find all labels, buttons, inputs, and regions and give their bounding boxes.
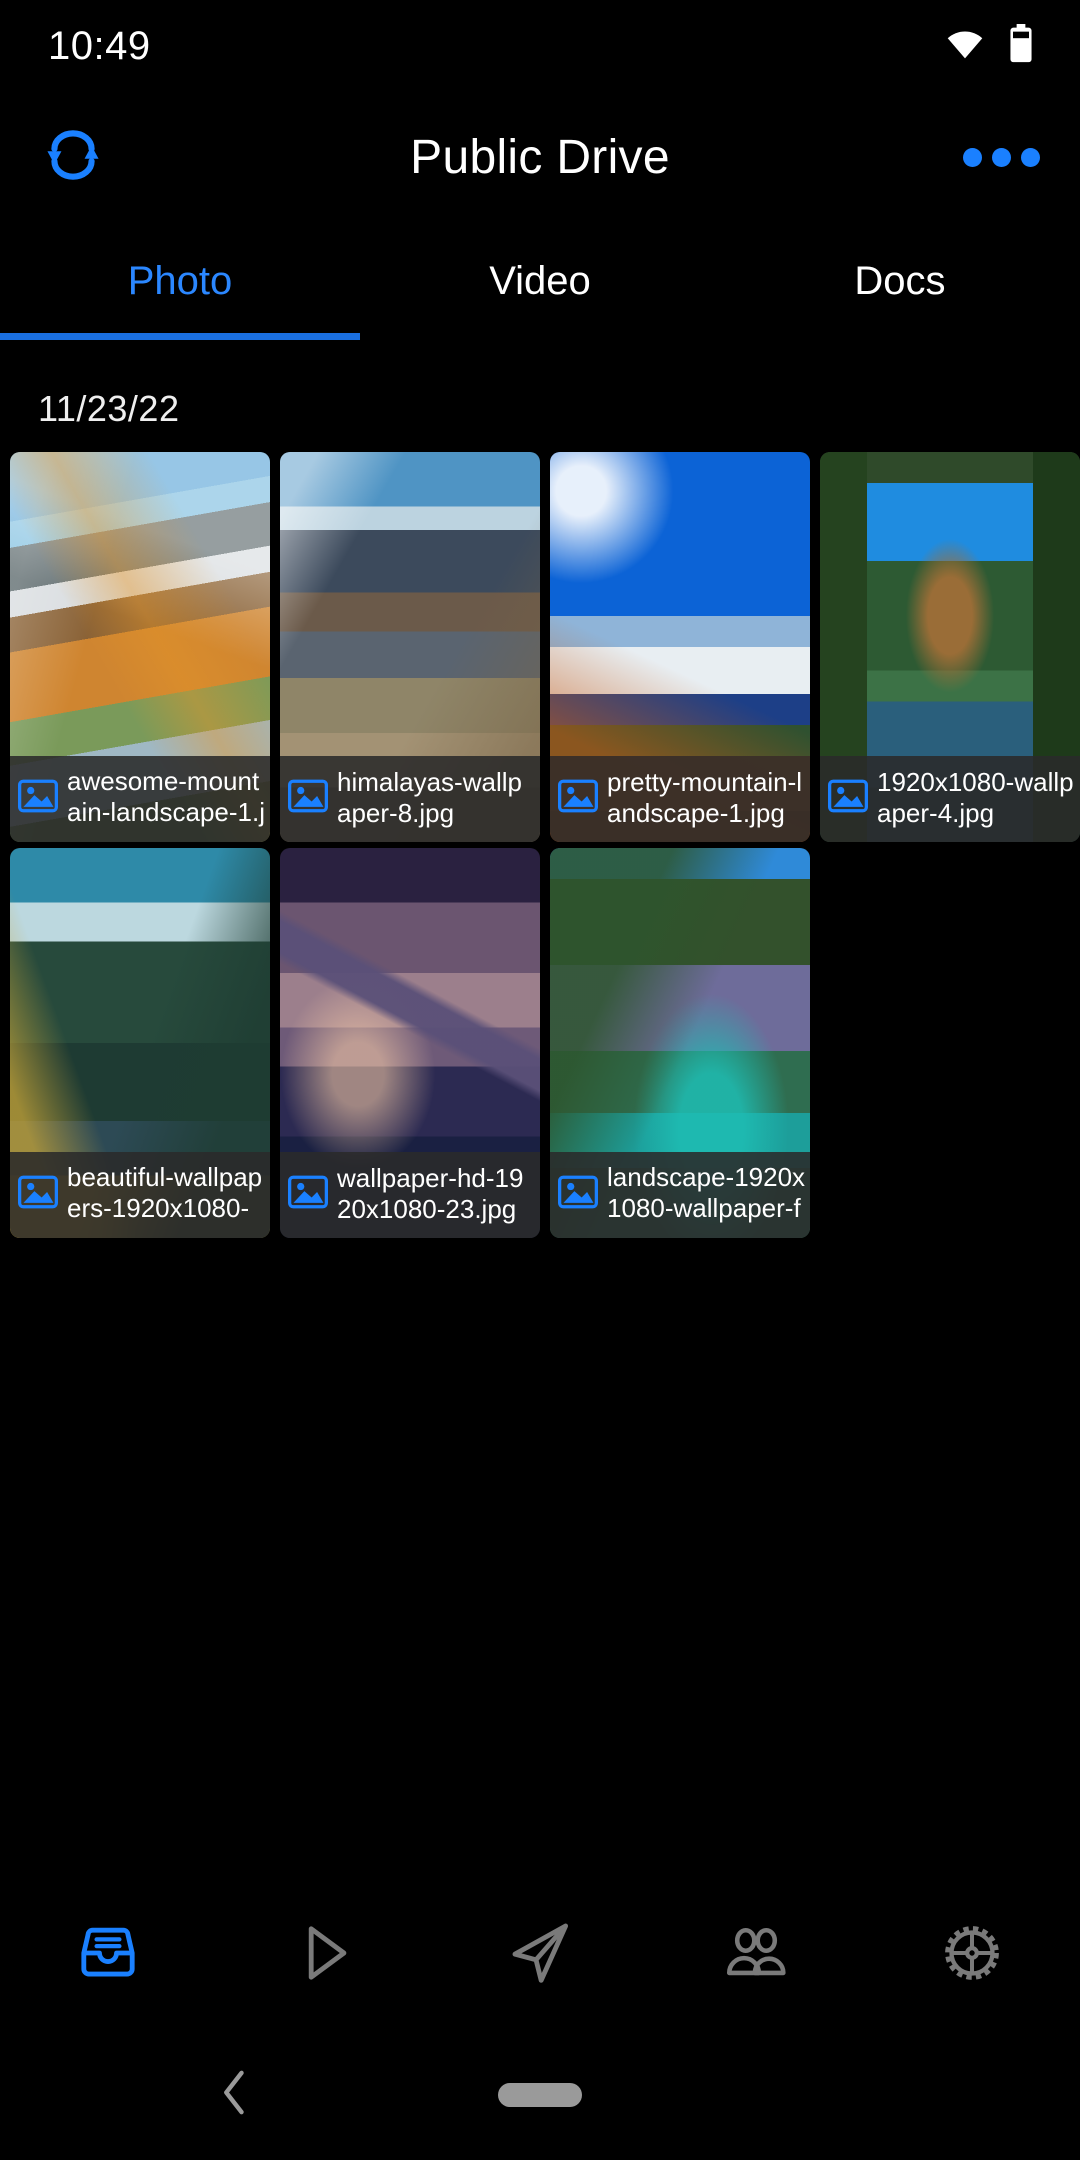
system-navigation-bar [0,2030,1080,2160]
nav-item-files[interactable] [0,1916,216,1995]
tab-photo-label: Photo [127,258,233,303]
file-label: himalayas-wallpaper-8.jpg [280,756,540,842]
file-name: wallpaper-hd-1920x1080-23.jpg [337,1163,524,1224]
file-tile[interactable]: landscape-1920x1080-wallpaper-free-… [550,848,810,1238]
tab-video[interactable]: Video [360,222,720,340]
contacts-icon [719,1916,793,1995]
file-tile[interactable]: beautiful-wallpapers-1920x1080-5.jpg [10,848,270,1238]
image-file-icon [287,1175,329,1214]
home-pill-icon[interactable] [498,2083,582,2107]
battery-icon [1008,23,1034,69]
file-name: awesome-mountain-landscape-1.jpg [67,766,266,830]
tab-video-label: Video [489,258,591,303]
nav-item-contacts[interactable] [648,1916,864,1995]
file-name: himalayas-wallpaper-8.jpg [337,767,522,828]
image-file-icon [557,1175,599,1214]
wifi-icon [944,28,986,65]
refresh-button[interactable] [40,122,150,193]
tab-photo[interactable]: Photo [0,222,360,340]
file-tile[interactable]: pretty-mountain-landscape-1.jpg [550,452,810,842]
file-label: wallpaper-hd-1920x1080-23.jpg [280,1152,540,1238]
file-name: pretty-mountain-landscape-1.jpg [607,767,803,828]
tab-docs-label: Docs [854,258,946,303]
app-bar: Public Drive [0,92,1080,222]
back-chevron-icon [218,2070,252,2121]
status-bar: 10:49 [0,0,1080,92]
file-name: 1920x1080-wallpaper-4.jpg [877,767,1074,828]
image-file-icon [557,779,599,818]
nav-item-send[interactable] [432,1916,648,1995]
inbox-icon [71,1916,145,1995]
refresh-sync-icon [40,122,106,193]
image-file-icon [17,779,59,818]
image-file-icon [287,779,329,818]
status-icon-group [944,23,1034,69]
status-time: 10:49 [48,23,151,68]
play-icon [287,1916,361,1995]
file-tile[interactable]: himalayas-wallpaper-8.jpg [280,452,540,842]
back-button[interactable] [218,2069,252,2122]
file-tile[interactable]: awesome-mountain-landscape-1.jpg [10,452,270,842]
nav-item-settings[interactable] [864,1916,1080,1995]
file-label: beautiful-wallpapers-1920x1080-5.jpg [10,1152,270,1238]
tab-docs[interactable]: Docs [720,222,1080,340]
file-label: landscape-1920x1080-wallpaper-free-… [550,1152,810,1238]
file-name: landscape-1920x1080-wallpaper-free-… [607,1162,806,1226]
more-options-icon [963,147,1040,167]
tab-active-underline [0,333,360,340]
bottom-navigation [0,1880,1080,2030]
image-file-icon [17,1175,59,1214]
send-icon [503,1916,577,1995]
nav-item-play[interactable] [216,1916,432,1995]
date-header: 11/23/22 [38,388,180,429]
file-tile[interactable]: wallpaper-hd-1920x1080-23.jpg [280,848,540,1238]
file-tile[interactable]: 1920x1080-wallpaper-4.jpg [820,452,1080,842]
tab-bar: Photo Video Docs [0,222,1080,340]
photo-grid: awesome-mountain-landscape-1.jpg himalay… [0,452,1080,1244]
page-title: Public Drive [410,130,670,184]
file-label: 1920x1080-wallpaper-4.jpg [820,756,1080,842]
file-name: beautiful-wallpapers-1920x1080-5.jpg [67,1162,263,1226]
more-options-button[interactable] [963,147,1040,167]
file-label: pretty-mountain-landscape-1.jpg [550,756,810,842]
image-file-icon [827,779,869,818]
file-label: awesome-mountain-landscape-1.jpg [10,756,270,842]
settings-gear-icon [935,1916,1009,1995]
